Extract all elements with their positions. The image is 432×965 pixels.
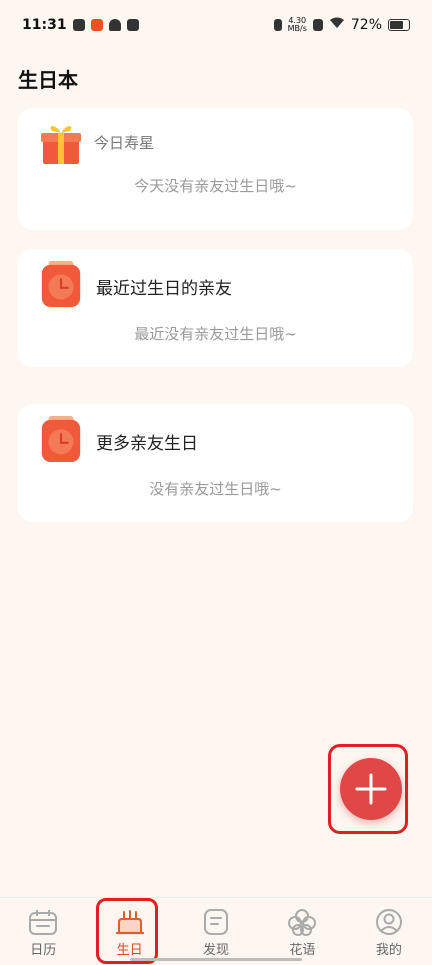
battery-icon	[388, 19, 410, 31]
more-empty-text: 没有亲友过生日哦~	[149, 480, 282, 498]
bell-icon	[108, 19, 121, 31]
more-birthday-card[interactable]: 更多亲友生日 没有亲友过生日哦~	[18, 404, 413, 522]
today-empty-text: 今天没有亲友过生日哦~	[134, 177, 297, 195]
profile-icon	[375, 909, 402, 935]
gift-icon	[41, 125, 81, 164]
recent-birthday-card[interactable]: 最近过生日的亲友 最近没有亲友过生日哦~	[18, 249, 413, 367]
tab-label: 日历	[30, 943, 57, 958]
status-bar: 11:31 4.30 MB/s 72%	[0, 0, 432, 50]
plus-icon	[355, 773, 387, 805]
more-card-title: 更多亲友生日	[96, 434, 198, 454]
tab-highlight-frame	[96, 898, 158, 964]
tab-flower[interactable]: 花语	[259, 898, 345, 965]
tab-calendar[interactable]: 日历	[0, 898, 86, 965]
recent-empty-text: 最近没有亲友过生日哦~	[134, 325, 297, 343]
wifi-icon	[329, 17, 345, 33]
net-speed: 4.30 MB/s	[288, 17, 307, 33]
add-birthday-button[interactable]	[340, 758, 402, 820]
bottom-tab-bar: 日历 生日 发现 花语 我的	[0, 897, 432, 965]
clock-icon	[41, 261, 81, 307]
today-birthday-card[interactable]: 今日寿星 今天没有亲友过生日哦~	[18, 108, 413, 230]
tab-label: 花语	[289, 943, 316, 958]
today-card-title: 今日寿星	[94, 134, 155, 152]
sync-icon	[72, 19, 85, 31]
status-time: 11:31	[22, 17, 67, 33]
battery-level: 72%	[350, 17, 382, 33]
sim-off-icon	[312, 19, 323, 31]
page-title: 生日本	[18, 68, 78, 92]
tab-label: 我的	[375, 943, 402, 958]
discover-icon	[204, 909, 229, 935]
message-icon	[126, 19, 139, 31]
net-speed-unit: MB/s	[287, 24, 307, 33]
home-indicator[interactable]	[130, 958, 302, 961]
recent-card-title: 最近过生日的亲友	[96, 279, 232, 299]
clock-icon	[41, 416, 81, 462]
tab-label: 发现	[203, 943, 230, 958]
tab-discover[interactable]: 发现	[173, 898, 259, 965]
calendar-icon	[29, 910, 58, 935]
vibrate-icon	[273, 19, 282, 31]
flower-icon	[288, 909, 317, 936]
tab-profile[interactable]: 我的	[346, 898, 432, 965]
app-notification-icon	[90, 19, 103, 31]
